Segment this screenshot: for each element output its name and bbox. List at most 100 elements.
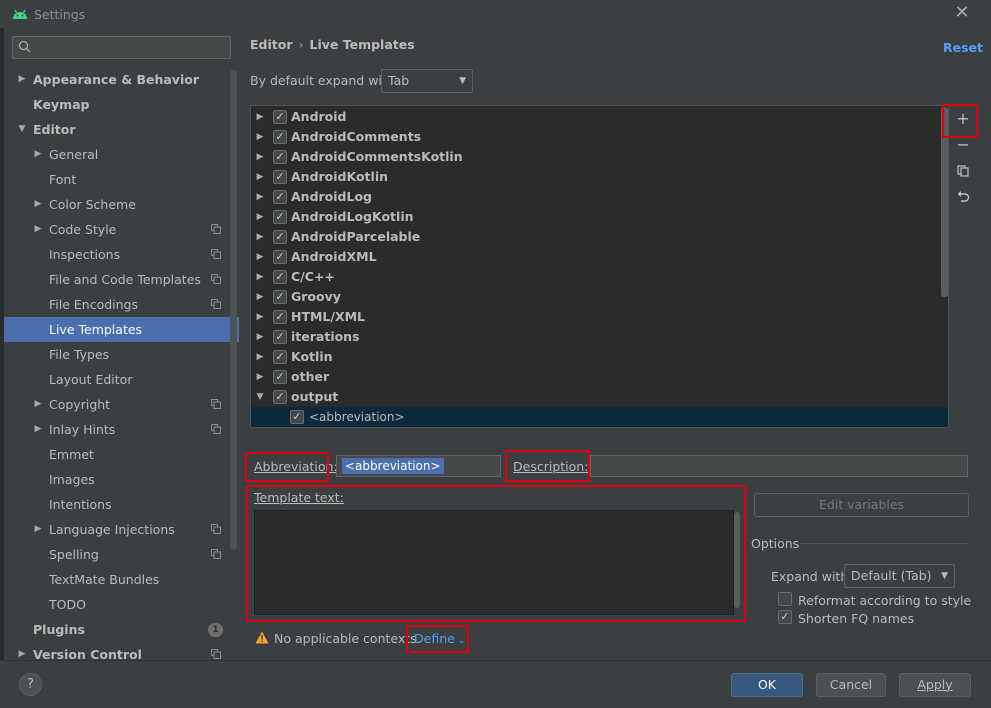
- template-group-row[interactable]: ▶ ✓ Kotlin: [251, 347, 948, 367]
- sidebar-item[interactable]: ▶ Language Injections: [4, 517, 239, 542]
- close-icon[interactable]: ✕: [953, 3, 971, 23]
- template-group-checkbox[interactable]: ✓: [273, 330, 287, 344]
- collapsed-arrow-icon[interactable]: ▶: [255, 267, 265, 287]
- add-icon[interactable]: +: [953, 109, 973, 129]
- collapsed-arrow-icon[interactable]: ▶: [33, 417, 43, 442]
- sidebar-item[interactable]: ▶ Copyright: [4, 392, 239, 417]
- help-button[interactable]: ?: [19, 673, 42, 696]
- template-group-checkbox[interactable]: ✓: [273, 370, 287, 384]
- copy-icon[interactable]: [953, 161, 973, 181]
- template-text-editor[interactable]: [254, 510, 734, 615]
- reformat-checkbox[interactable]: [778, 592, 792, 606]
- template-group-checkbox[interactable]: ✓: [273, 170, 287, 184]
- sidebar-item[interactable]: ▼ Editor: [4, 117, 239, 142]
- collapsed-arrow-icon[interactable]: ▶: [255, 187, 265, 207]
- sidebar-item[interactable]: TextMate Bundles: [4, 567, 239, 592]
- description-field[interactable]: [590, 455, 968, 477]
- collapsed-arrow-icon[interactable]: ▶: [33, 192, 43, 217]
- breadcrumb-parent[interactable]: Editor: [250, 37, 293, 52]
- apply-button[interactable]: Apply: [899, 673, 971, 697]
- template-group-checkbox[interactable]: ✓: [273, 210, 287, 224]
- sidebar-scrollbar[interactable]: [230, 70, 237, 550]
- collapsed-arrow-icon[interactable]: ▶: [255, 207, 265, 227]
- template-group-row[interactable]: ▶ ✓ AndroidCommentsKotlin: [251, 147, 948, 167]
- sidebar-item[interactable]: Inspections: [4, 242, 239, 267]
- template-group-row[interactable]: ▶ ✓ AndroidParcelable: [251, 227, 948, 247]
- template-group-row[interactable]: ▶ ✓ AndroidLogKotlin: [251, 207, 948, 227]
- collapsed-arrow-icon[interactable]: ▶: [255, 127, 265, 147]
- collapsed-arrow-icon[interactable]: ▶: [33, 517, 43, 542]
- collapsed-arrow-icon[interactable]: ▶: [255, 227, 265, 247]
- template-group-checkbox[interactable]: ✓: [273, 250, 287, 264]
- expand-default-select[interactable]: Tab ▼: [381, 69, 473, 93]
- template-group-checkbox[interactable]: ✓: [273, 230, 287, 244]
- sidebar-item[interactable]: File and Code Templates: [4, 267, 239, 292]
- remove-icon[interactable]: −: [953, 135, 973, 155]
- template-group-row[interactable]: ▶ ✓ AndroidLog: [251, 187, 948, 207]
- search-input[interactable]: [12, 36, 231, 59]
- sidebar-item[interactable]: Images: [4, 467, 239, 492]
- sidebar-item[interactable]: Font: [4, 167, 239, 192]
- template-group-row[interactable]: ▶ ✓ Groovy: [251, 287, 948, 307]
- collapsed-arrow-icon[interactable]: ▶: [255, 107, 265, 127]
- expand-with-select[interactable]: Default (Tab) ▼: [844, 564, 955, 588]
- template-group-row[interactable]: ▶ ✓ AndroidXML: [251, 247, 948, 267]
- collapsed-arrow-icon[interactable]: ▶: [255, 347, 265, 367]
- template-group-checkbox[interactable]: ✓: [273, 130, 287, 144]
- cancel-button[interactable]: Cancel: [816, 673, 886, 697]
- sidebar-item[interactable]: Layout Editor: [4, 367, 239, 392]
- reset-link[interactable]: Reset: [943, 40, 983, 55]
- sidebar-item[interactable]: ▶ Color Scheme: [4, 192, 239, 217]
- template-group-checkbox[interactable]: ✓: [273, 350, 287, 364]
- template-tree-scrollbar[interactable]: [941, 107, 948, 297]
- collapsed-arrow-icon[interactable]: ▶: [255, 147, 265, 167]
- template-group-checkbox[interactable]: ✓: [273, 270, 287, 284]
- sidebar-item[interactable]: Intentions: [4, 492, 239, 517]
- template-group-checkbox[interactable]: ✓: [273, 190, 287, 204]
- collapsed-arrow-icon[interactable]: ▶: [255, 287, 265, 307]
- template-group-row[interactable]: ▶ ✓ C/C++: [251, 267, 948, 287]
- collapsed-arrow-icon[interactable]: ▶: [255, 307, 265, 327]
- collapsed-arrow-icon[interactable]: ▶: [255, 167, 265, 187]
- collapsed-arrow-icon[interactable]: ▶: [255, 367, 265, 387]
- reformat-label[interactable]: Reformat according to style: [798, 593, 971, 608]
- expanded-arrow-icon[interactable]: ▼: [17, 117, 27, 142]
- template-group-row[interactable]: ▶ ✓ HTML/XML: [251, 307, 948, 327]
- collapsed-arrow-icon[interactable]: ▶: [255, 327, 265, 347]
- sidebar-item[interactable]: Plugins 1: [4, 617, 239, 642]
- template-group-checkbox[interactable]: ✓: [273, 150, 287, 164]
- sidebar-item[interactable]: Live Templates: [4, 317, 239, 342]
- template-group-checkbox[interactable]: ✓: [273, 110, 287, 124]
- sidebar-item[interactable]: ▶ General: [4, 142, 239, 167]
- template-group-row[interactable]: ▼ ✓ output: [251, 387, 948, 407]
- sidebar-item[interactable]: ▶ Appearance & Behavior: [4, 67, 239, 92]
- sidebar-item[interactable]: ▶ Inlay Hints: [4, 417, 239, 442]
- undo-icon[interactable]: [953, 187, 973, 207]
- template-row[interactable]: ✓ <abbreviation>: [251, 407, 948, 427]
- sidebar-item[interactable]: ▶ Code Style: [4, 217, 239, 242]
- collapsed-arrow-icon[interactable]: ▶: [255, 247, 265, 267]
- sidebar-item[interactable]: Spelling: [4, 542, 239, 567]
- template-text-scrollbar[interactable]: [734, 512, 740, 608]
- abbreviation-value[interactable]: <abbreviation>: [342, 458, 444, 474]
- define-link[interactable]: Define ⌄: [414, 631, 465, 646]
- edit-variables-button[interactable]: Edit variables: [754, 493, 969, 517]
- sidebar-item[interactable]: Keymap: [4, 92, 239, 117]
- shorten-fq-checkbox[interactable]: ✓: [778, 610, 792, 624]
- template-group-checkbox[interactable]: ✓: [273, 290, 287, 304]
- template-group-row[interactable]: ▶ ✓ Android: [251, 107, 948, 127]
- template-group-row[interactable]: ▶ ✓ other: [251, 367, 948, 387]
- sidebar-item[interactable]: Emmet: [4, 442, 239, 467]
- template-group-row[interactable]: ▶ ✓ AndroidKotlin: [251, 167, 948, 187]
- template-group-checkbox[interactable]: ✓: [273, 310, 287, 324]
- template-checkbox[interactable]: ✓: [290, 410, 304, 424]
- sidebar-item[interactable]: TODO: [4, 592, 239, 617]
- template-group-checkbox[interactable]: ✓: [273, 390, 287, 404]
- collapsed-arrow-icon[interactable]: ▶: [33, 217, 43, 242]
- template-group-row[interactable]: ▶ ✓ iterations: [251, 327, 948, 347]
- collapsed-arrow-icon[interactable]: ▶: [33, 392, 43, 417]
- template-group-row[interactable]: ▶ ✓ AndroidComments: [251, 127, 948, 147]
- sidebar-item[interactable]: File Encodings: [4, 292, 239, 317]
- collapsed-arrow-icon[interactable]: ▶: [17, 67, 27, 92]
- shorten-fq-label[interactable]: Shorten FQ names: [798, 611, 914, 626]
